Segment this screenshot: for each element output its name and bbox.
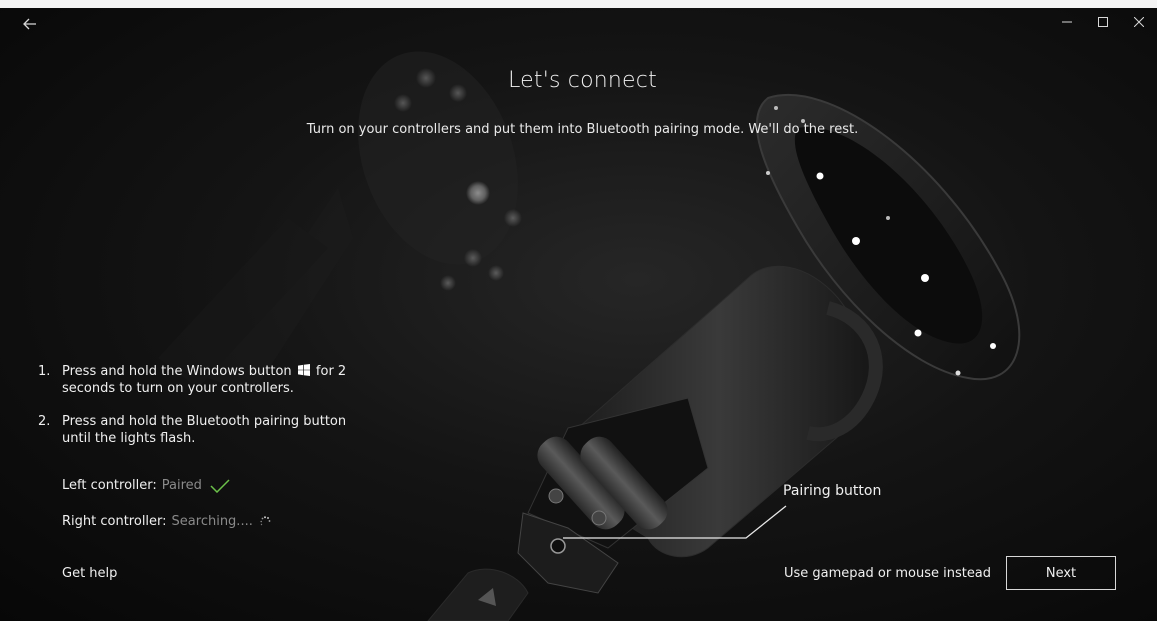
step-text: Press and hold the Bluetooth pairing but… [62,414,347,446]
mixed-reality-portal-window: Let's connect Turn on your controllers a… [8,8,1157,621]
windows-logo-icon [297,364,310,376]
back-button[interactable] [16,13,44,35]
use-gamepad-or-mouse-link[interactable]: Use gamepad or mouse instead [784,566,991,581]
foreground-controller [517,93,1021,594]
step-number: 1. [38,364,51,379]
close-icon [1134,17,1144,27]
controller-illustration [158,51,1021,621]
step-text: Press and hold the Windows button for 2 … [62,363,358,397]
right-controller-label: Right controller: [62,514,167,529]
minimize-icon [1062,21,1072,23]
close-button[interactable] [1121,8,1157,36]
check-icon [210,478,230,493]
maximize-button[interactable] [1085,8,1121,36]
back-arrow-icon [23,18,36,30]
right-controller-value: Searching.... [171,514,253,529]
step-1: 1. Press and hold the Windows button for… [38,363,358,397]
page-title: Let's connect [508,68,657,93]
top-strip [0,0,1157,8]
next-button[interactable]: Next [1006,556,1116,590]
pairing-button-callout: Pairing button [783,483,882,499]
page-subtitle: Turn on your controllers and put them in… [306,122,859,137]
step-2: 2. Press and hold the Bluetooth pairing … [38,413,358,447]
get-help-link[interactable]: Get help [62,566,117,581]
minimize-button[interactable] [1049,8,1085,36]
left-controller-label: Left controller: [62,478,157,493]
title-bar [8,8,1157,38]
window-controls [1049,8,1157,36]
right-controller-status: Right controller: Searching.... [62,514,271,529]
maximize-icon [1098,17,1108,27]
left-controller-value: Paired [161,478,202,493]
left-controller-status: Left controller: Paired [62,478,230,493]
bottom-controller-part [427,568,529,621]
spinner-icon [260,515,271,525]
step-number: 2. [38,414,51,429]
screen: Let's connect Turn on your controllers a… [0,0,1157,621]
step-text-before: Press and hold the Windows button [62,364,292,379]
pairing-steps: 1. Press and hold the Windows button for… [38,363,358,463]
